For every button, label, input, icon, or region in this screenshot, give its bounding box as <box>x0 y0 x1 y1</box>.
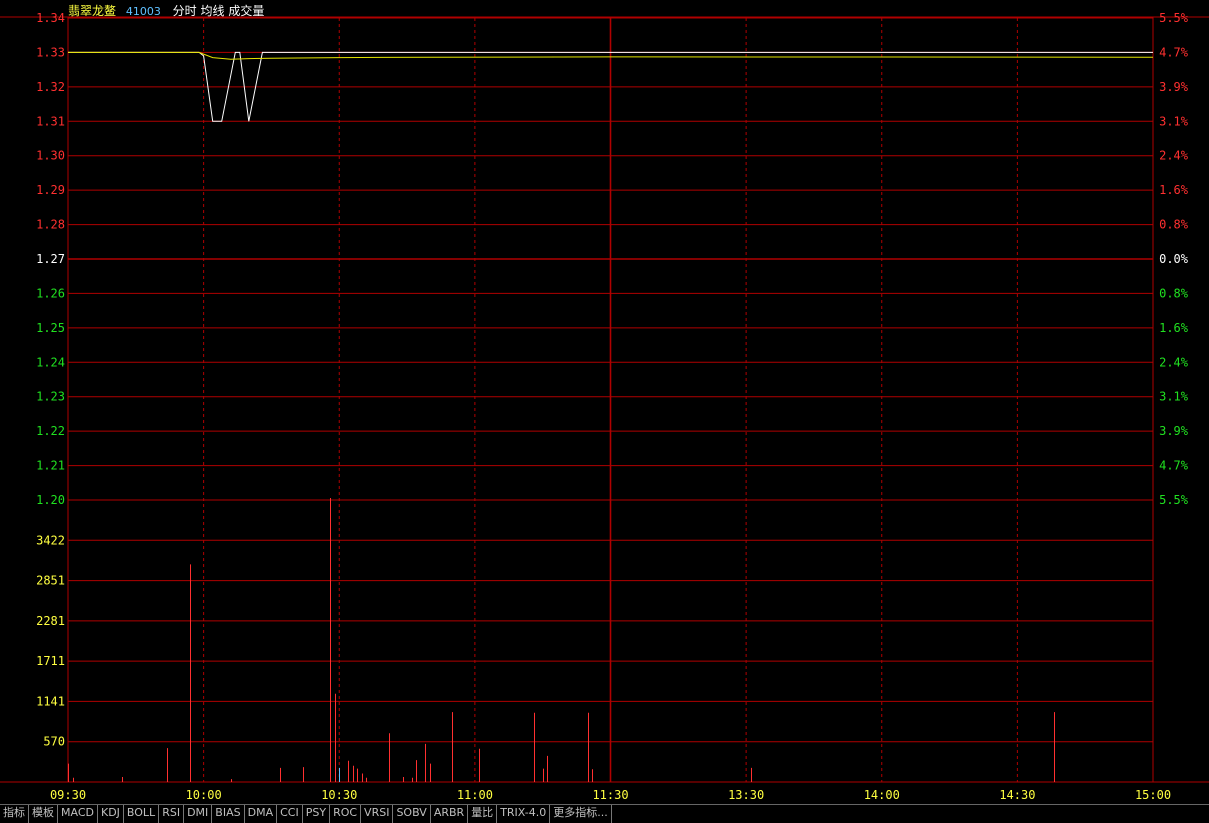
tab-rsi[interactable]: RSI <box>159 805 185 823</box>
volume-label: 1141 <box>36 694 65 708</box>
volume-label: 2281 <box>36 614 65 628</box>
legend-average: 均线 <box>200 4 225 18</box>
tab-macd[interactable]: MACD <box>58 805 98 823</box>
legend-intraday: 分时 <box>172 4 197 18</box>
intraday-chart[interactable]: 1.34 1.33 1.32 1.31 1.30 1.29 1.28 1.27 1.26 1.25… <box>0 0 1209 804</box>
time-axis-labels: 09:30 10:00 10:30 11:00 11:30 13:30 14:00 14:30… <box>50 788 1171 802</box>
percent-label: 5.5% <box>1159 493 1189 507</box>
tab-bias[interactable]: BIAS <box>212 805 245 823</box>
price-axis-labels: 1.34 1.33 1.32 1.31 1.30 1.29 1.28 1.27 1.26 1.25… <box>36 11 65 507</box>
volume-label: 570 <box>43 735 65 749</box>
price-label: 1.23 <box>36 390 65 404</box>
price-label: 1.34 <box>36 11 65 25</box>
price-label: 1.32 <box>36 80 65 94</box>
price-label: 1.26 <box>36 286 65 300</box>
price-label: 1.31 <box>36 114 65 128</box>
tab-trix40[interactable]: TRIX-4.0 <box>497 805 551 823</box>
price-label: 1.22 <box>36 424 65 438</box>
time-label: 09:30 <box>50 788 86 802</box>
volume-label: 1711 <box>36 654 65 668</box>
tab-dmi[interactable]: DMI <box>184 805 213 823</box>
price-label: 1.28 <box>36 218 65 232</box>
price-label: 1.25 <box>36 321 65 335</box>
percent-label: 1.6% <box>1159 321 1189 335</box>
tab-item-17[interactable]: 更多指标... <box>550 805 612 823</box>
percent-label: 3.9% <box>1159 424 1189 438</box>
tab-indicators[interactable]: 指标 <box>0 805 29 823</box>
time-label: 10:30 <box>321 788 357 802</box>
volume-label: 3422 <box>36 533 65 547</box>
percent-label: 1.6% <box>1159 183 1189 197</box>
time-label: 11:30 <box>592 788 628 802</box>
price-label: 1.21 <box>36 459 65 473</box>
price-label: 1.33 <box>36 45 65 59</box>
tab-item-15[interactable]: 量比 <box>468 805 498 823</box>
percent-label: 0.8% <box>1159 286 1189 300</box>
percent-label: 5.5% <box>1159 11 1189 25</box>
price-label: 1.20 <box>36 493 65 507</box>
percent-label: 3.9% <box>1159 80 1189 94</box>
legend-volume: 成交量 <box>228 4 265 18</box>
percent-label: 0.0% <box>1159 252 1189 266</box>
tab-dma[interactable]: DMA <box>245 805 278 823</box>
price-label: 1.30 <box>36 149 65 163</box>
percent-label: 4.7% <box>1159 459 1189 473</box>
chart-grid <box>0 16 1209 783</box>
percent-label: 4.7% <box>1159 45 1189 59</box>
time-label: 15:00 <box>1135 788 1171 802</box>
percent-label: 2.4% <box>1159 149 1189 163</box>
tab-boll[interactable]: BOLL <box>124 805 160 823</box>
percent-label: 2.4% <box>1159 355 1189 369</box>
tab-psy[interactable]: PSY <box>303 805 331 823</box>
tab-sobv[interactable]: SOBV <box>393 805 431 823</box>
stock-name: 翡翠龙鳌 <box>68 4 117 18</box>
tab-arbr[interactable]: ARBR <box>431 805 469 823</box>
volume-axis-labels: 3422 2851 2281 1711 1141 570 <box>36 533 65 748</box>
tab-kdj[interactable]: KDJ <box>98 805 124 823</box>
stock-code: 41003 <box>125 5 161 18</box>
indicator-tab-bar: 指标 模板 MACD KDJ BOLL RSI DMI BIAS DMA CCI PSY ROC VRS… <box>0 804 1209 823</box>
time-label: 13:30 <box>728 788 764 802</box>
percent-label: 0.8% <box>1159 218 1189 232</box>
price-label: 1.27 <box>36 252 65 266</box>
percent-axis-labels: 5.5% 4.7% 3.9% 3.1% 2.4% 1.6% 0.8% 0.0% 0.8% 1.6%… <box>1159 11 1189 507</box>
time-label: 14:30 <box>999 788 1035 802</box>
tab-cci[interactable]: CCI <box>277 805 303 823</box>
price-label: 1.29 <box>36 183 65 197</box>
tab-vrsi[interactable]: VRSI <box>361 805 394 823</box>
percent-label: 3.1% <box>1159 390 1189 404</box>
time-label: 14:00 <box>864 788 900 802</box>
price-label: 1.24 <box>36 355 65 369</box>
time-label: 11:00 <box>457 788 493 802</box>
tab-roc[interactable]: ROC <box>330 805 362 823</box>
time-label: 10:00 <box>186 788 222 802</box>
tab-templates[interactable]: 模板 <box>29 805 58 823</box>
percent-label: 3.1% <box>1159 114 1189 128</box>
volume-label: 2851 <box>36 574 65 588</box>
chart-header: 翡翠龙鳌 41003 分时 均线 成交量 <box>68 2 264 19</box>
